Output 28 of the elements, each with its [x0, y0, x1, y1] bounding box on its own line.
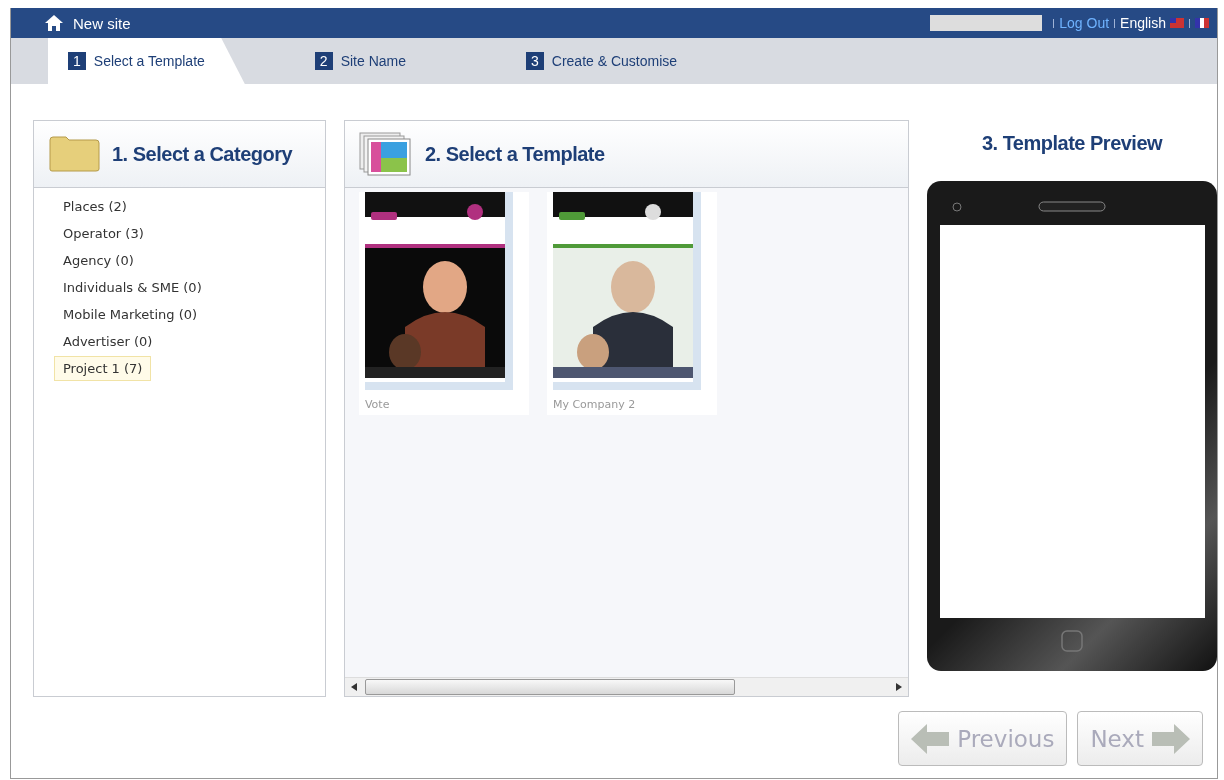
home-icon[interactable] [45, 15, 63, 31]
wizard-step[interactable]: 2 Site Name [294, 38, 446, 84]
wizard-step[interactable]: 3 Create & Customise [506, 38, 718, 84]
panel-title: 1. Select a Category [112, 142, 293, 166]
category-item[interactable]: Individuals & SME (0) [54, 275, 211, 300]
panel-title: 3. Template Preview [981, 132, 1163, 155]
template-name: Vote [364, 398, 391, 411]
horizontal-scrollbar[interactable] [344, 677, 908, 696]
page-title: New site [73, 14, 132, 32]
wizard-step[interactable]: 1 Select a Template [48, 38, 245, 84]
category-item[interactable]: Advertiser (0) [54, 329, 162, 354]
right-arrow-icon [1152, 723, 1190, 754]
left-arrow-icon [911, 723, 950, 754]
language-link[interactable]: English [1120, 15, 1166, 31]
templates-icon [358, 132, 413, 176]
template-name: My Company 2 [552, 398, 637, 411]
logout-link[interactable]: Log Out [1059, 15, 1110, 31]
flag-icon[interactable] [1195, 18, 1209, 28]
category-item[interactable]: Operator (3) [54, 221, 153, 246]
folder-icon [48, 136, 100, 172]
right-arrow-icon[interactable] [896, 683, 902, 691]
left-arrow-icon[interactable] [350, 683, 357, 691]
panel-title: 2. Select a Template [424, 142, 605, 166]
category-item[interactable]: Project 1 (7) [54, 356, 152, 381]
category-item[interactable]: Mobile Marketing (0) [54, 302, 207, 327]
category-item[interactable]: Places (2) [54, 194, 136, 219]
category-item[interactable]: Agency (0) [54, 248, 143, 273]
user-field[interactable] [930, 15, 1043, 31]
